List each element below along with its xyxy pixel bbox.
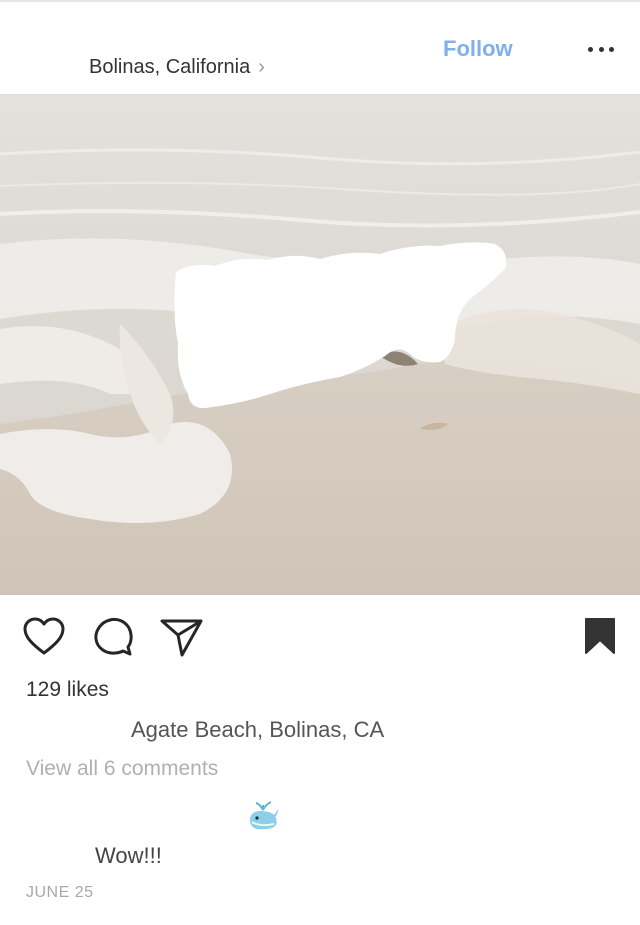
post-date: JUNE 25 xyxy=(26,884,94,901)
action-bar xyxy=(0,600,640,670)
more-icon[interactable] xyxy=(588,44,614,54)
chevron-right-icon: › xyxy=(258,56,265,78)
follow-button[interactable]: Follow xyxy=(443,36,513,62)
caption-text: Agate Beach, Bolinas, CA xyxy=(131,717,385,742)
whale-emoji-icon xyxy=(246,800,280,835)
heart-icon[interactable] xyxy=(22,616,66,656)
bookmark-icon[interactable] xyxy=(584,617,616,655)
avatar[interactable] xyxy=(24,26,72,74)
comment-icon[interactable] xyxy=(92,616,134,658)
location-link[interactable]: Bolinas, California › xyxy=(89,56,265,79)
view-all-comments-link[interactable]: View all 6 comments xyxy=(26,757,218,781)
post-photo[interactable] xyxy=(0,94,640,595)
likes-count[interactable]: 129 likes xyxy=(26,678,109,702)
post-header: Bolinas, California › Follow xyxy=(0,2,640,94)
share-icon[interactable] xyxy=(160,616,204,658)
comment-text: Wow!!! xyxy=(95,843,162,868)
location-label: Bolinas, California xyxy=(89,56,251,78)
